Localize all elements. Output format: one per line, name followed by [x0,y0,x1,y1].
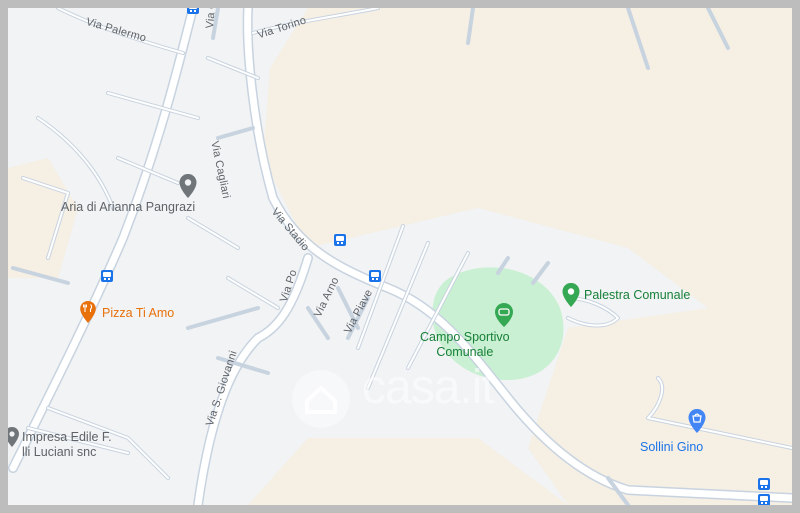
shopping-icon[interactable] [687,408,707,434]
bus-stop-icon[interactable] [101,270,113,282]
poi-label-campo-line1: Campo Sportivo [420,330,510,344]
land-area-west [8,158,78,278]
bus-stop-icon[interactable] [758,494,770,505]
map-pin-icon[interactable] [561,282,581,308]
restaurant-icon[interactable] [79,300,97,324]
bus-stop-icon[interactable] [758,478,770,490]
stadium-icon[interactable] [493,302,515,328]
watermark: casa.it [280,360,532,440]
street-label-via-c: Via C [204,8,219,30]
bus-stop-icon[interactable] [369,270,381,282]
bus-stop-icon[interactable] [187,8,199,14]
map-pin-icon[interactable] [178,173,198,199]
land-area-south [248,438,568,505]
poi-label-aria-di-arianna[interactable]: Aria di Arianna Pangrazi [61,200,195,214]
bus-stop-icon[interactable] [334,234,346,246]
house-logo-icon [292,370,350,428]
poi-label-sollini-gino[interactable]: Sollini Gino [640,440,703,454]
poi-label-impresa-line2: lli Luciani snc [22,445,97,459]
poi-label-impresa-line1: Impresa Edile F. [22,430,112,444]
watermark-text: casa.it [362,361,495,414]
land-area-southeast [528,308,792,505]
poi-label-impresa-edile[interactable]: Impresa Edile F. lli Luciani snc [22,430,112,460]
poi-label-campo-line2: Comunale [436,345,494,359]
poi-label-pizza-ti-amo[interactable]: Pizza Ti Amo [102,306,174,320]
map-pin-icon[interactable] [8,426,20,448]
poi-label-palestra-comunale[interactable]: Palestra Comunale [584,288,690,302]
map-canvas[interactable]: Via Palermo Via Torino Via C Via Cagliar… [8,8,792,505]
poi-label-campo-sportivo[interactable]: Campo Sportivo Comunale [420,330,510,360]
